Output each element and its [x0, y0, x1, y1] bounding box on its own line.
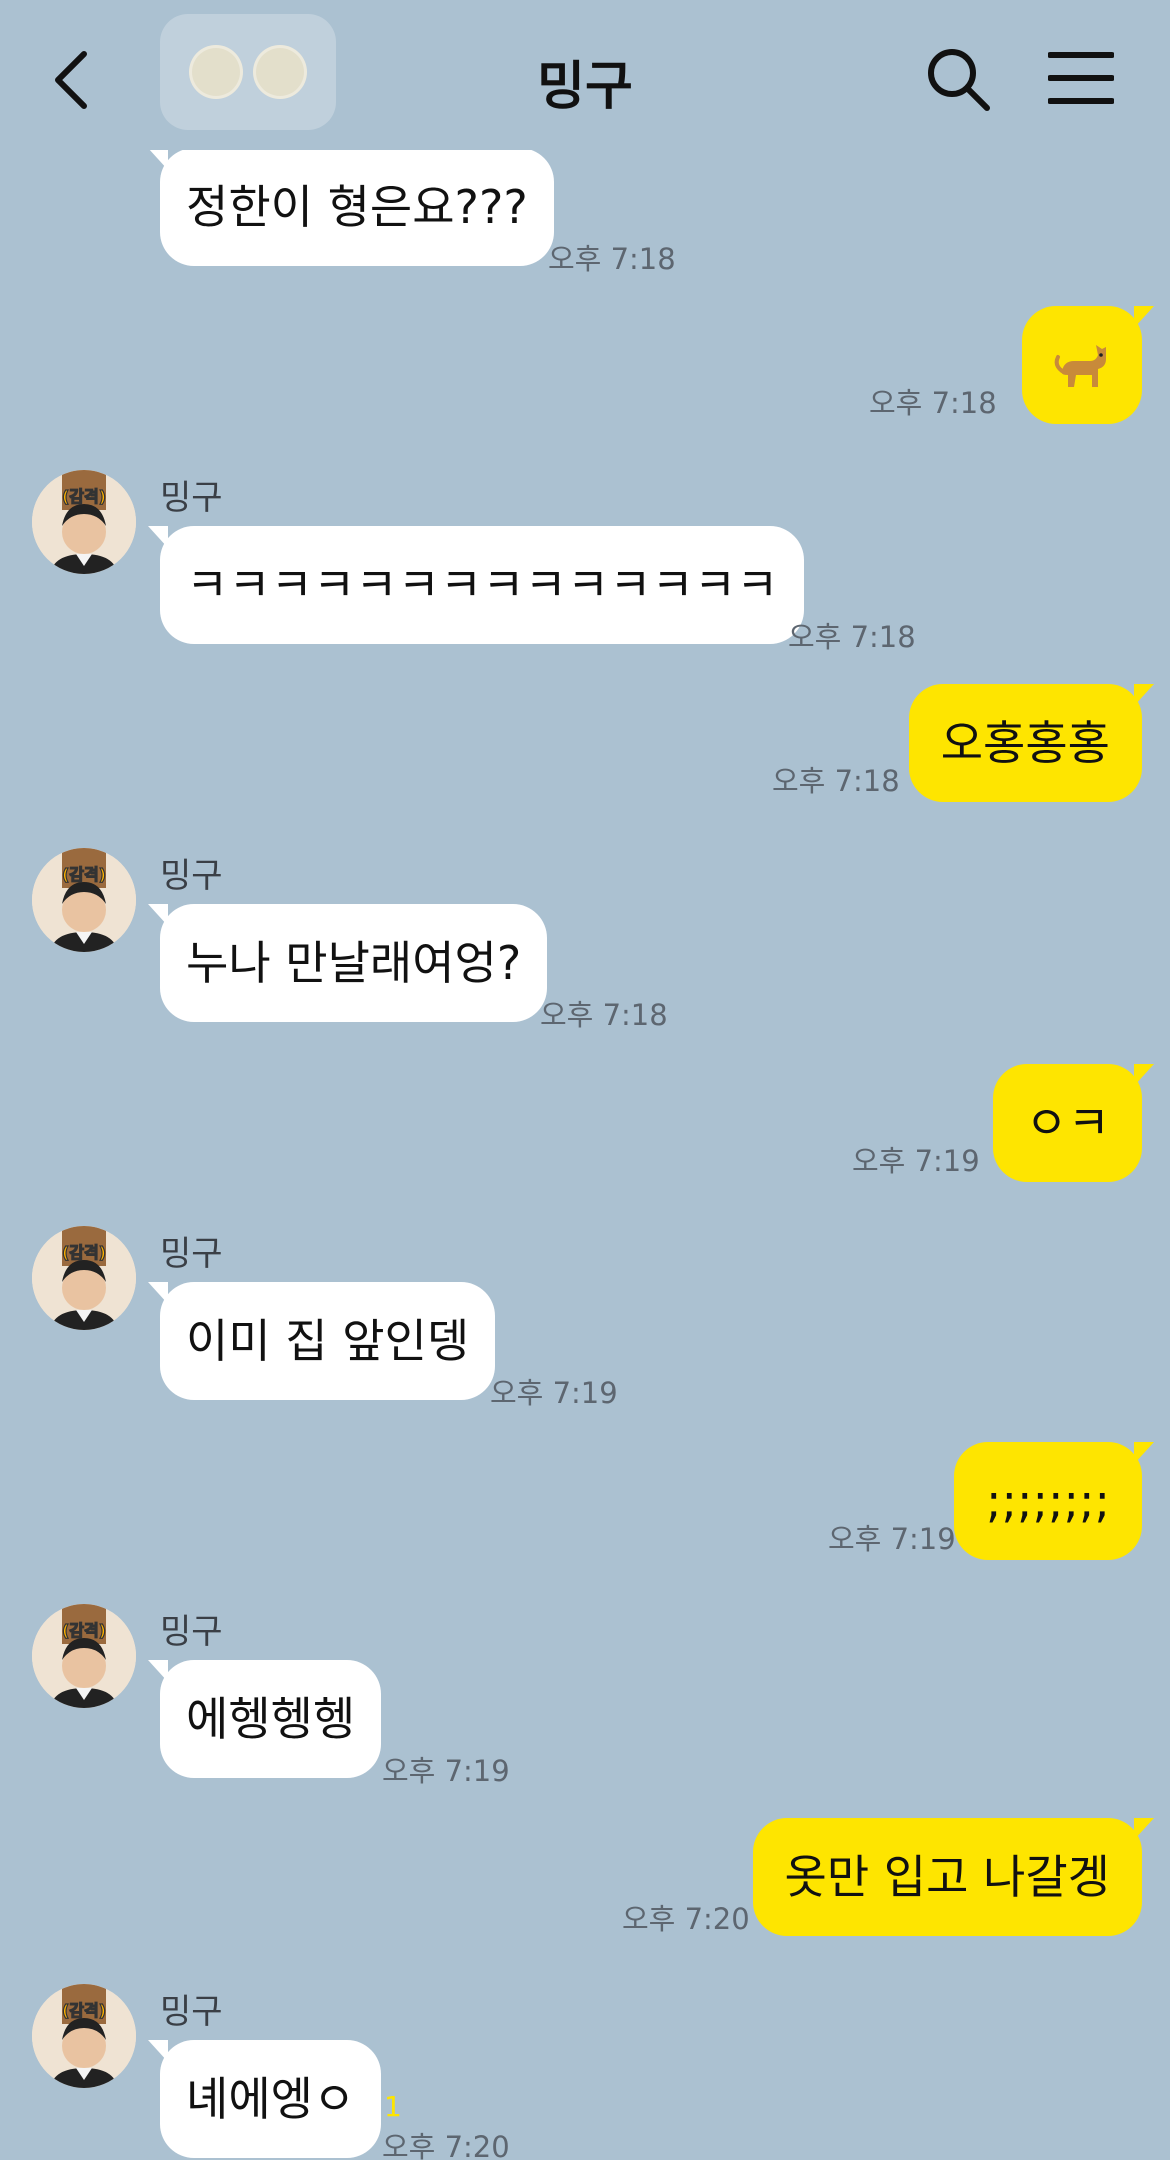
message-time: 오후 7:20	[382, 2130, 510, 2160]
message-text: 이미 집 앞인뎅	[186, 1314, 470, 1368]
outgoing-message-bubble[interactable]: ㅇㅋ	[993, 1064, 1154, 1182]
avatar-caption: (감격)	[62, 2001, 106, 2020]
previous-message-peek	[160, 14, 336, 130]
incoming-message-bubble[interactable]: 누나 만날래여엉?	[147, 904, 548, 1022]
avatar-caption: (감격)	[62, 487, 106, 506]
back-button[interactable]	[48, 48, 96, 112]
message-time: 오후 7:18	[548, 242, 676, 276]
sender-name: 밍구	[160, 1234, 223, 1274]
message-text: ㅇㅋ	[1025, 1096, 1110, 1150]
incoming-message-bubble[interactable]: 에헹헹헹	[147, 1660, 382, 1778]
message-text: 옷만 입고 나갈겡	[784, 1850, 1110, 1904]
sender-name: 밍구	[160, 1612, 223, 1652]
message-text: 녜에엥ㅇ	[186, 2072, 356, 2126]
avatar[interactable]: (감격)	[32, 1984, 136, 2088]
message-text: 오홍홍홍	[940, 716, 1110, 770]
dog-emoji-icon	[1054, 344, 1106, 387]
incoming-message-bubble[interactable]: 녜에엥ㅇ	[147, 2040, 382, 2158]
message-text: 정한이 형은요???	[186, 180, 528, 234]
avatar-caption: (감격)	[62, 1621, 106, 1640]
message-text: 에헹헹헹	[186, 1692, 356, 1746]
flushed-face-emoji-icon	[189, 45, 243, 99]
incoming-message-bubble[interactable]: 이미 집 앞인뎅	[147, 1282, 496, 1400]
message-time: 오후 7:18	[788, 620, 916, 654]
message-time: 오후 7:20	[622, 1902, 750, 1936]
message-time: 오후 7:19	[828, 1522, 956, 1556]
message-time: 오후 7:19	[382, 1754, 510, 1788]
avatar[interactable]: (감격)	[32, 470, 136, 574]
message-text: ;;;;;;;;	[986, 1474, 1110, 1528]
message-time: 오후 7:19	[490, 1376, 618, 1410]
avatar[interactable]: (감격)	[32, 848, 136, 952]
search-icon	[928, 49, 990, 111]
unread-count: 1	[384, 2090, 402, 2123]
message-time: 오후 7:19	[852, 1144, 980, 1178]
avatar[interactable]: (감격)	[32, 1604, 136, 1708]
message-time: 오후 7:18	[772, 764, 900, 798]
sender-name: 밍구	[160, 856, 223, 896]
outgoing-message-bubble[interactable]: ;;;;;;;;	[954, 1442, 1154, 1560]
sender-name: 밍구	[160, 478, 223, 518]
chevron-left-icon	[55, 51, 87, 109]
outgoing-message-bubble[interactable]: 옷만 입고 나갈겡	[752, 1818, 1155, 1936]
sender-name: 밍구	[160, 1992, 223, 2032]
message-text: 누나 만날래여엉?	[186, 936, 522, 990]
flushed-face-emoji-icon	[253, 45, 307, 99]
avatar-caption: (감격)	[62, 865, 106, 884]
incoming-message-bubble[interactable]: 정한이 형은요???	[148, 148, 554, 266]
message-text: ㅋㅋㅋㅋㅋㅋㅋㅋㅋㅋㅋㅋㅋㅋ	[186, 558, 779, 612]
hamburger-menu-icon	[1047, 52, 1115, 104]
menu-button[interactable]	[1047, 50, 1115, 106]
search-button[interactable]	[925, 46, 991, 112]
message-time: 오후 7:18	[869, 386, 997, 420]
incoming-message-bubble[interactable]: ㅋㅋㅋㅋㅋㅋㅋㅋㅋㅋㅋㅋㅋㅋ	[147, 526, 805, 644]
avatar[interactable]: (감격)	[32, 1226, 136, 1330]
outgoing-message-bubble[interactable]: 오홍홍홍	[908, 684, 1155, 802]
message-time: 오후 7:18	[540, 998, 668, 1032]
outgoing-message-bubble[interactable]	[1022, 306, 1154, 424]
avatar-caption: (감격)	[62, 1243, 106, 1262]
